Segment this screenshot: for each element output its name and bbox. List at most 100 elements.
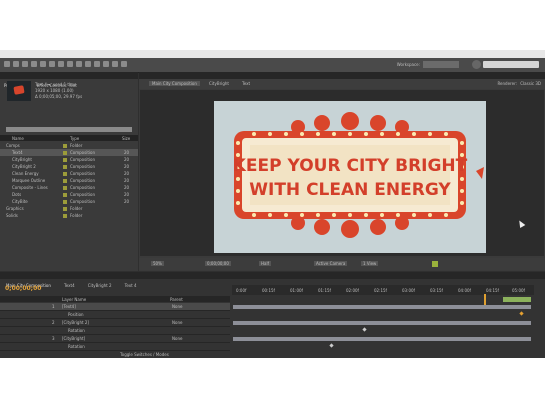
layer-track[interactable] [233,337,531,341]
tab-text4[interactable]: Text4 [64,283,75,288]
layer-number: 3 [52,336,55,341]
item-size: 20 [124,164,130,169]
list-item[interactable]: Text4 Composition 20 [0,149,138,156]
property-name: Rotation [68,344,85,349]
list-item[interactable]: CityBite Composition 20 [0,198,138,205]
layer-number: 2 [52,320,55,325]
list-item[interactable]: Dots Composition 20 [0,191,138,198]
puppet-tool-icon[interactable] [121,61,127,67]
col-type[interactable]: Type [70,136,79,141]
label-swatch [63,158,67,162]
property-name: Position [68,312,84,317]
item-type: Composition [70,178,95,183]
camera-select[interactable]: Active Camera [314,261,348,266]
crumb-citybright[interactable]: CityBright [209,81,229,86]
layer-parent[interactable]: None [172,304,182,309]
col-size[interactable]: Size [122,136,130,141]
views-select[interactable]: 1 View [361,261,379,266]
list-item[interactable]: Marquee Outline Composition 20 [0,177,138,184]
marquee-sign-graphic: KEEP YOUR CITY BRIGHT WITH CLEAN ENERGY [233,112,484,238]
zoom-select[interactable]: 50% [151,261,164,266]
table-row[interactable]: 3 [CityBright] None [0,335,230,343]
keyframe-icon[interactable] [362,327,367,332]
layer-track[interactable] [233,321,531,325]
toggle-switches-modes[interactable]: Toggle Switches / Modes [120,352,169,357]
list-item[interactable]: Graphics Folder [0,205,138,212]
table-row[interactable]: Rotation [0,343,230,351]
list-item[interactable]: Comps Folder [0,142,138,149]
label-swatch [63,172,67,176]
sign-line-2: WITH CLEAN ENERGY [249,180,451,200]
work-area-bar[interactable] [503,297,531,302]
ruler-label: 01:00f [290,288,303,293]
selected-item-thumbnail [7,81,31,101]
ruler-label: 03:15f [430,288,443,293]
item-name: Composite - Lines [12,185,48,190]
brush-tool-icon[interactable] [85,61,91,67]
renderer-value[interactable]: Classic 3D [520,81,541,86]
hand-tool-icon[interactable] [13,61,19,67]
timeline-timecode[interactable]: 0;00;00;00 [5,285,41,292]
time-ruler[interactable]: 0:00f 00:15f 01:00f 01:15f 02:00f 02:15f… [232,285,534,295]
crumb-main[interactable]: Main City Composition [149,81,200,86]
tools-panel: Workspace: Standard Search Help [0,58,545,77]
item-size: 20 [124,178,130,183]
composition-viewer[interactable]: KEEP YOUR CITY BRIGHT WITH CLEAN ENERGY [140,90,544,256]
search-icon[interactable] [472,60,481,69]
item-type: Composition [70,164,95,169]
composition-panel: Composition: Main City Composition Main … [139,72,545,271]
selection-tool-icon[interactable] [4,61,10,67]
list-item[interactable]: Clean Energy Composition 20 [0,170,138,177]
item-name: CityBright 2 [12,164,36,169]
item-size: 20 [124,171,130,176]
list-item[interactable]: Solids Folder [0,212,138,219]
layer-column-header: Layer Name Parent [0,296,230,302]
eraser-tool-icon[interactable] [103,61,109,67]
layer-track[interactable] [233,305,531,309]
project-search-input[interactable] [6,127,132,132]
item-name: Dots [12,192,22,197]
pan-behind-tool-icon[interactable] [49,61,55,67]
clone-tool-icon[interactable] [94,61,100,67]
item-size: 20 [124,199,130,204]
label-swatch [63,144,67,148]
workspace-select[interactable]: Standard [423,61,459,77]
mask-tool-icon[interactable] [58,61,64,67]
table-row[interactable]: 2 [CityBright 2] None [0,319,230,327]
item-name: CityBright [12,157,32,162]
item-size: 20 [124,157,130,162]
layer-name: [Text4] [62,304,76,309]
help-search-input[interactable]: Search Help [483,61,539,77]
col-name[interactable]: Name [12,136,24,141]
resolution-select[interactable]: Half [259,261,271,266]
timeline-panel: Main City Composition Text4 CityBright 2… [0,272,545,358]
zoom-tool-icon[interactable] [22,61,28,67]
table-row[interactable]: Position [0,311,230,319]
tab-citybright2[interactable]: CityBright 2 [88,283,112,288]
type-tool-icon[interactable] [76,61,82,67]
item-type: Folder [70,213,83,218]
after-effects-window: File Edit Composition Layer Effect Anima… [0,50,545,358]
list-item[interactable]: Composite - Lines Composition 20 [0,184,138,191]
label-swatch [63,214,67,218]
rotate-tool-icon[interactable] [31,61,37,67]
pen-tool-icon[interactable] [67,61,73,67]
camera-tool-icon[interactable] [40,61,46,67]
layer-name: [CityBright 2] [62,320,89,325]
layer-parent[interactable]: None [172,336,182,341]
layer-parent[interactable]: None [172,320,182,325]
table-row[interactable]: 1 [Text4] None [0,303,230,311]
roto-brush-tool-icon[interactable] [112,61,118,67]
tab-text-4[interactable]: Text 4 [125,283,137,288]
fast-preview-icon[interactable] [432,261,438,267]
list-item[interactable]: CityBright Composition 20 [0,156,138,163]
label-swatch [63,193,67,197]
table-row[interactable]: Rotation [0,327,230,335]
current-time[interactable]: 0;00;00;00 [205,261,231,266]
project-column-header: Name Type Size [0,135,138,141]
keyframe-icon[interactable] [519,311,524,316]
keyframe-icon[interactable] [329,343,334,348]
list-item[interactable]: CityBright 2 Composition 20 [0,163,138,170]
crumb-text[interactable]: Text [242,81,250,86]
workspace-label: Workspace: [396,62,420,67]
